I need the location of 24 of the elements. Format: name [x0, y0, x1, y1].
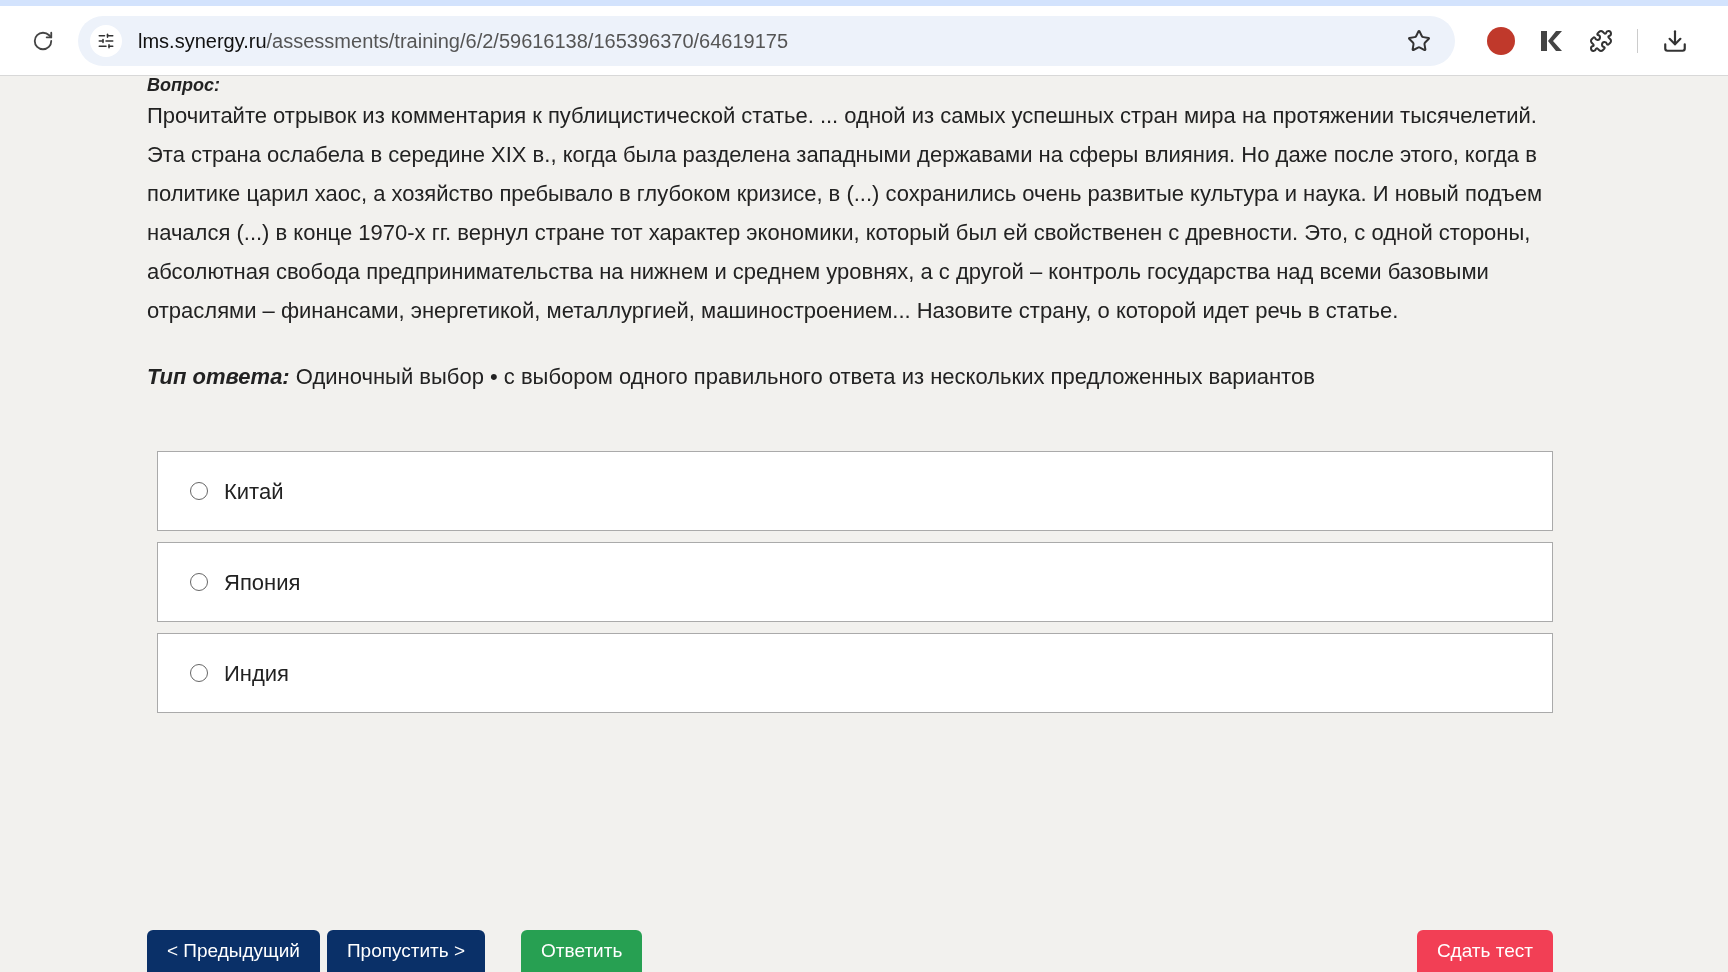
- url-text[interactable]: lms.synergy.ru/assessments/training/6/2/59616138/165396370/64619175: [138, 25, 1391, 56]
- answer-option[interactable]: Китай: [157, 451, 1553, 531]
- submit-test-button[interactable]: Сдать тест: [1416, 930, 1553, 972]
- radio-button[interactable]: [190, 573, 208, 591]
- answer-option[interactable]: Япония: [157, 542, 1553, 622]
- option-label: Япония: [224, 568, 301, 597]
- address-bar[interactable]: lms.synergy.ru/assessments/training/6/2/59616138/165396370/64619175: [78, 15, 1455, 66]
- option-label: Индия: [224, 659, 289, 688]
- answer-option[interactable]: Индия: [157, 633, 1553, 713]
- question-heading: Вопрос:: [147, 74, 221, 96]
- answer-type-text: Тип ответа: Одиночный выбор • с выбором одного правильного ответа из нескольких предложенных вариантов: [147, 363, 1316, 391]
- radio-button[interactable]: [190, 482, 208, 500]
- bookmark-star-icon[interactable]: [1407, 28, 1431, 53]
- extensions-icon[interactable]: [1589, 28, 1613, 53]
- question-text: Прочитайте отрывок из комментария к публицистической статье. ... одной из самых успешных стран мира на протяжении тысячелетий. Эта страна ослабела в середине XIX в., когда была разделена западными державами на сферы влияния. Но даже после этого, когда в политике царил хаос, а хозяйство пребывало в глубоком кризисе, в (...) сохранились очень развитые культура и наука. И новый подъем начался (...) в конце 1970-х гг. вернул стране тот характер экономики, который был ей свойственен с древности. Это, с одной стороны, абсолютная свобода предпринимательства на нижнем и среднем уровнях, а с другой – контроль государства над всеми базовыми отраслями – финансами, энергетикой, металлургией, машиностроением... Назовите страну, о которой идет речь в статье.: [147, 102, 1544, 325]
- extension-icon[interactable]: [1487, 26, 1515, 55]
- option-label: Китай: [224, 477, 284, 506]
- radio-button[interactable]: [190, 664, 208, 682]
- site-settings-icon[interactable]: [90, 24, 122, 57]
- reload-icon[interactable]: [32, 29, 54, 52]
- extension-logo-icon[interactable]: [1539, 28, 1565, 53]
- previous-button[interactable]: < Предыдущий: [147, 930, 320, 972]
- download-icon[interactable]: [1662, 27, 1688, 54]
- skip-button[interactable]: Пропустить >: [326, 930, 486, 972]
